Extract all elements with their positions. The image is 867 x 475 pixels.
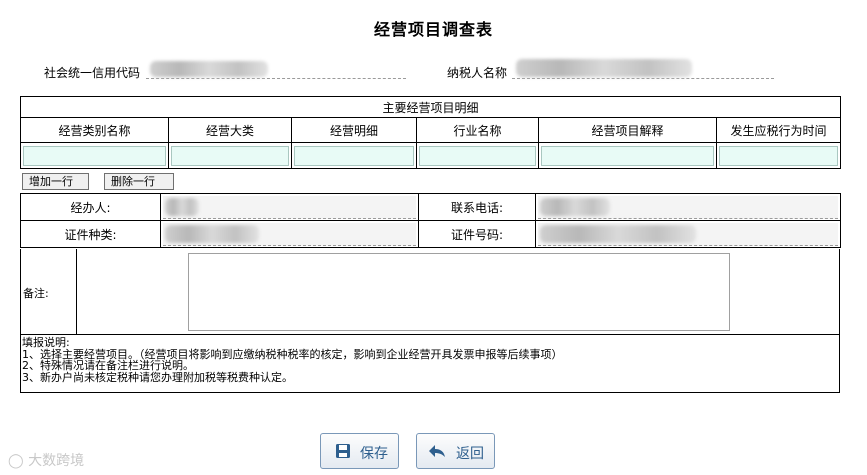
instructions: 填报说明: 1、选择主要经营项目。（经营项目将影响到应缴纳税种税率的核定，影响到… (20, 335, 840, 393)
phone-field[interactable] (538, 195, 838, 219)
page-title: 经营项目调查表 (373, 20, 493, 39)
column-header-explanation: 经营项目解释 (538, 117, 717, 143)
instructions-title: 填报说明: (22, 336, 70, 349)
column-header-major-class: 经营大类 (168, 117, 292, 143)
handler-field[interactable] (163, 195, 416, 219)
watermark: ◯ 大数跨境 (8, 450, 84, 470)
remarks-section: 备注: (20, 249, 840, 335)
back-button[interactable]: 返回 (416, 433, 495, 469)
id-type-field[interactable] (163, 222, 416, 246)
column-header-detail: 经营明细 (291, 117, 417, 143)
id-type-label: 证件种类: (20, 220, 161, 248)
taxable-time-input[interactable] (719, 145, 839, 166)
column-header-industry: 行业名称 (416, 117, 539, 143)
column-header-category: 经营类别名称 (20, 117, 169, 143)
delete-row-button[interactable]: 删除一行 (104, 173, 174, 190)
column-header-taxable-time: 发生应税行为时间 (715, 117, 842, 143)
redacted-credit-code (150, 61, 268, 77)
major-class-input[interactable] (171, 145, 289, 166)
table-row (20, 142, 842, 169)
back-arrow-icon (429, 445, 445, 457)
instruction-line: 2、特殊情况请在备注栏进行说明。 (22, 359, 194, 372)
save-button[interactable]: 保存 (320, 433, 399, 469)
id-number-label: 证件号码: (418, 220, 536, 248)
instruction-line: 3、新办户尚未核定税种请您办理附加税等税费种认定。 (22, 370, 293, 384)
watermark-logo-icon: ◯ (8, 453, 24, 469)
remarks-textarea[interactable] (188, 253, 730, 331)
detail-input[interactable] (294, 145, 414, 166)
business-items-table: 主要经营项目明细 经营类别名称 经营大类 经营明细 行业名称 经营项目解释 发生… (19, 96, 842, 169)
explanation-input[interactable] (541, 145, 714, 166)
redacted-handler (165, 197, 199, 216)
taxpayer-name-field[interactable] (512, 59, 774, 79)
floppy-disk-icon (336, 444, 350, 458)
redacted-phone (540, 197, 610, 216)
row-actions: 增加一行 删除一行 (20, 171, 840, 193)
redacted-taxpayer-name (516, 59, 692, 77)
handler-label: 经办人: (20, 193, 161, 221)
credit-code-label: 社会统一信用代码 (44, 66, 141, 80)
redacted-id-type (165, 224, 259, 243)
id-number-field[interactable] (538, 222, 838, 246)
credit-code-field[interactable] (146, 61, 406, 79)
phone-label: 联系电话: (418, 193, 536, 221)
watermark-text: 大数跨境 (28, 453, 85, 469)
contact-info-table: 经办人: 联系电话: 证件种类: 证件号码: (20, 193, 841, 248)
industry-input[interactable] (419, 145, 536, 166)
add-row-button[interactable]: 增加一行 (22, 173, 89, 190)
table-caption: 主要经营项目明细 (19, 96, 842, 118)
divider (76, 249, 77, 335)
redacted-id-number (540, 224, 696, 243)
save-label: 保存 (360, 446, 388, 462)
remarks-label: 备注: (23, 287, 49, 300)
taxpayer-name-label: 纳税人名称 (447, 66, 508, 80)
back-label: 返回 (456, 446, 484, 462)
category-input[interactable] (23, 145, 166, 166)
